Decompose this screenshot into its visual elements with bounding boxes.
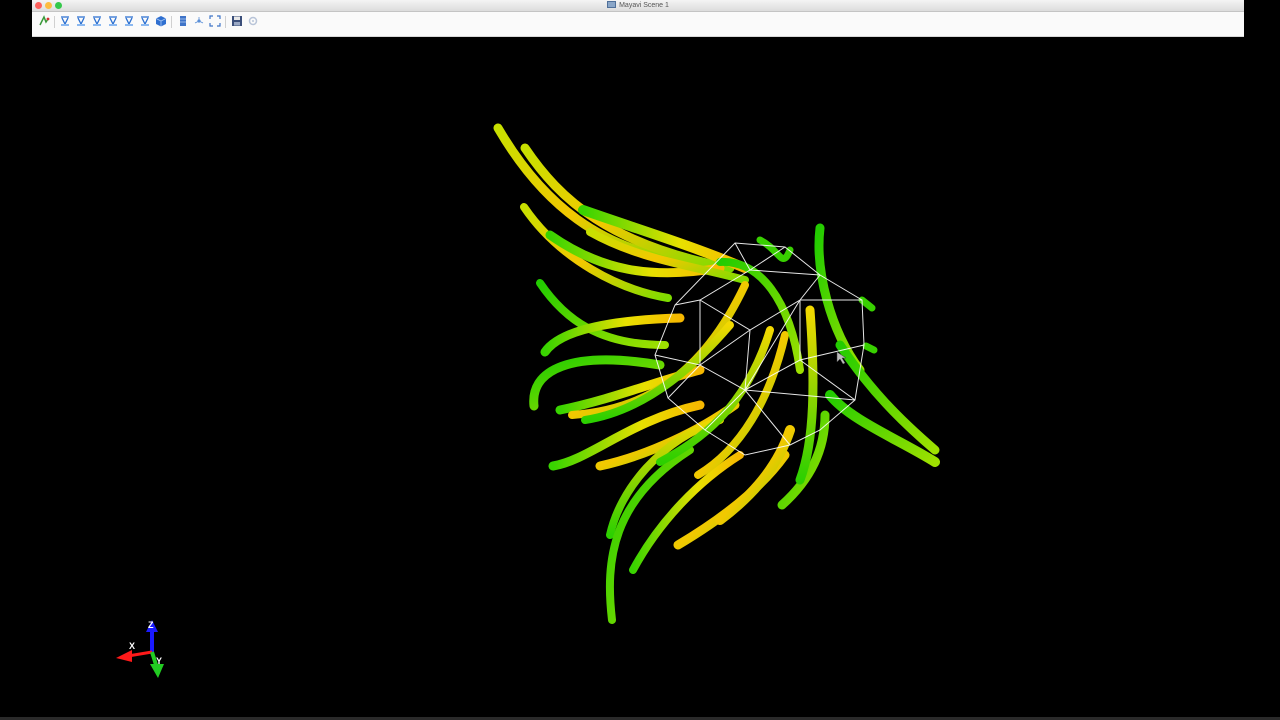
save-icon xyxy=(231,16,242,26)
orientation-axes: Z X Y xyxy=(116,620,164,678)
parallel-projection-button[interactable] xyxy=(176,14,189,28)
toolbar-separator xyxy=(54,16,55,28)
x-axis-label: X xyxy=(129,641,135,651)
window-title: Mayavi Scene 1 xyxy=(619,2,669,9)
projection-icon xyxy=(179,16,186,26)
streamline-tube xyxy=(756,236,794,263)
settings-icon xyxy=(248,16,257,26)
axis-view-icon xyxy=(140,16,149,26)
streamline-tube xyxy=(605,446,694,624)
3d-scene-canvas[interactable]: Z X Y xyxy=(0,37,1280,720)
streamline-tube xyxy=(568,281,749,419)
streamline-tube xyxy=(858,296,876,312)
fullscreen-icon xyxy=(208,15,221,27)
cube-icon xyxy=(155,16,166,27)
axis-view-icon xyxy=(108,16,117,26)
view-x-plus-button[interactable] xyxy=(58,14,71,28)
axis-view-icon xyxy=(124,16,133,26)
view-x-minus-button[interactable] xyxy=(74,14,87,28)
window-title-area: Mayavi Scene 1 xyxy=(32,0,1244,11)
save-scene-button[interactable] xyxy=(230,14,243,28)
toolbar-separator xyxy=(171,16,172,28)
streamline-tube xyxy=(862,342,878,354)
mayavi-window: Mayavi Scene 1 Z X Y xyxy=(0,0,1280,720)
axes-indicator-button[interactable] xyxy=(192,14,205,28)
axis-view-icon xyxy=(76,16,85,26)
view-y-plus-button[interactable] xyxy=(90,14,103,28)
view-z-plus-button[interactable] xyxy=(122,14,135,28)
mayavi-pipeline-button[interactable] xyxy=(37,14,50,28)
document-icon xyxy=(607,1,617,8)
toolbar-separator xyxy=(225,16,226,28)
y-axis-label: Y xyxy=(156,656,162,666)
title-bar: Mayavi Scene 1 xyxy=(32,0,1244,12)
axis-view-icon xyxy=(60,16,69,26)
configure-scene-button[interactable] xyxy=(246,14,259,28)
axes-icon xyxy=(194,17,203,24)
view-z-minus-button[interactable] xyxy=(138,14,151,28)
axis-view-icon xyxy=(92,16,101,26)
view-y-minus-button[interactable] xyxy=(106,14,119,28)
z-axis-label: Z xyxy=(148,620,154,630)
isometric-view-button[interactable] xyxy=(154,14,167,28)
fullscreen-button[interactable] xyxy=(208,14,221,28)
mayavi-icon xyxy=(38,15,49,26)
scene-toolbar xyxy=(32,12,1244,37)
